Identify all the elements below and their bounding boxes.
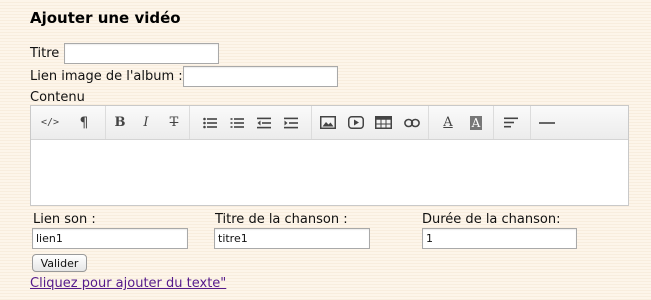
contenu-label: Contenu bbox=[30, 90, 85, 105]
ordered-list-button[interactable] bbox=[224, 106, 250, 139]
duree-chanson-input[interactable] bbox=[422, 228, 577, 249]
indent-button[interactable] bbox=[278, 106, 304, 139]
titre-label: Titre bbox=[30, 46, 60, 61]
lien-son-input[interactable] bbox=[32, 228, 188, 249]
table-icon bbox=[374, 116, 392, 129]
editor-content-area[interactable] bbox=[31, 140, 628, 205]
background-color-icon: A bbox=[469, 115, 483, 130]
titre-input[interactable] bbox=[64, 43, 219, 64]
bold-icon: B bbox=[114, 115, 126, 130]
toolbar-divider bbox=[428, 106, 429, 139]
bullet-list-icon bbox=[203, 117, 217, 128]
album-image-label: Lien image de l'album : bbox=[30, 69, 183, 84]
bold-button[interactable]: B bbox=[107, 106, 133, 139]
valider-button[interactable]: Valider bbox=[32, 254, 87, 272]
page-title: Ajouter une vidéo bbox=[30, 9, 181, 27]
strikethrough-button[interactable]: T bbox=[161, 106, 187, 139]
numbered-list-icon bbox=[230, 117, 244, 128]
unordered-list-button[interactable] bbox=[197, 106, 223, 139]
insert-link-button[interactable] bbox=[399, 106, 425, 139]
strikethrough-icon: T bbox=[169, 115, 179, 130]
titre-chanson-input[interactable] bbox=[214, 228, 370, 249]
editor-toolbar: </> ¶ B I T A A bbox=[31, 106, 628, 140]
paragraph-format-button[interactable]: ¶ bbox=[71, 106, 97, 139]
outdent-button[interactable] bbox=[251, 106, 277, 139]
add-text-link[interactable]: Cliquez pour ajouter du texte" bbox=[30, 276, 226, 291]
toolbar-divider bbox=[493, 106, 494, 139]
background-color-button[interactable]: A bbox=[463, 106, 489, 139]
html-source-button[interactable]: </> bbox=[35, 106, 65, 139]
indent-icon bbox=[284, 117, 298, 128]
toolbar-divider bbox=[530, 106, 531, 139]
rich-text-editor: </> ¶ B I T A A bbox=[30, 105, 629, 206]
titre-chanson-label: Titre de la chanson : bbox=[215, 212, 348, 227]
image-icon bbox=[320, 116, 336, 129]
insert-video-button[interactable] bbox=[343, 106, 369, 139]
code-icon: </> bbox=[40, 117, 60, 128]
album-image-input[interactable] bbox=[183, 66, 338, 87]
italic-icon: I bbox=[143, 115, 149, 130]
insert-image-button[interactable] bbox=[315, 106, 341, 139]
horizontal-rule-button[interactable] bbox=[534, 106, 560, 139]
font-color-button[interactable]: A bbox=[435, 106, 461, 139]
link-icon bbox=[404, 118, 420, 127]
paragraph-icon: ¶ bbox=[79, 114, 89, 131]
alignment-button[interactable] bbox=[498, 106, 524, 139]
toolbar-divider bbox=[189, 106, 190, 139]
font-color-icon: A bbox=[443, 115, 453, 130]
lien-son-label: Lien son : bbox=[33, 212, 96, 227]
italic-button[interactable]: I bbox=[133, 106, 159, 139]
insert-table-button[interactable] bbox=[370, 106, 396, 139]
toolbar-divider bbox=[311, 106, 312, 139]
toolbar-divider bbox=[105, 106, 106, 139]
align-icon bbox=[504, 117, 518, 128]
horizontal-rule-icon bbox=[539, 121, 555, 124]
video-icon bbox=[348, 116, 364, 129]
outdent-icon bbox=[257, 117, 271, 128]
duree-chanson-label: Durée de la chanson: bbox=[422, 212, 561, 227]
